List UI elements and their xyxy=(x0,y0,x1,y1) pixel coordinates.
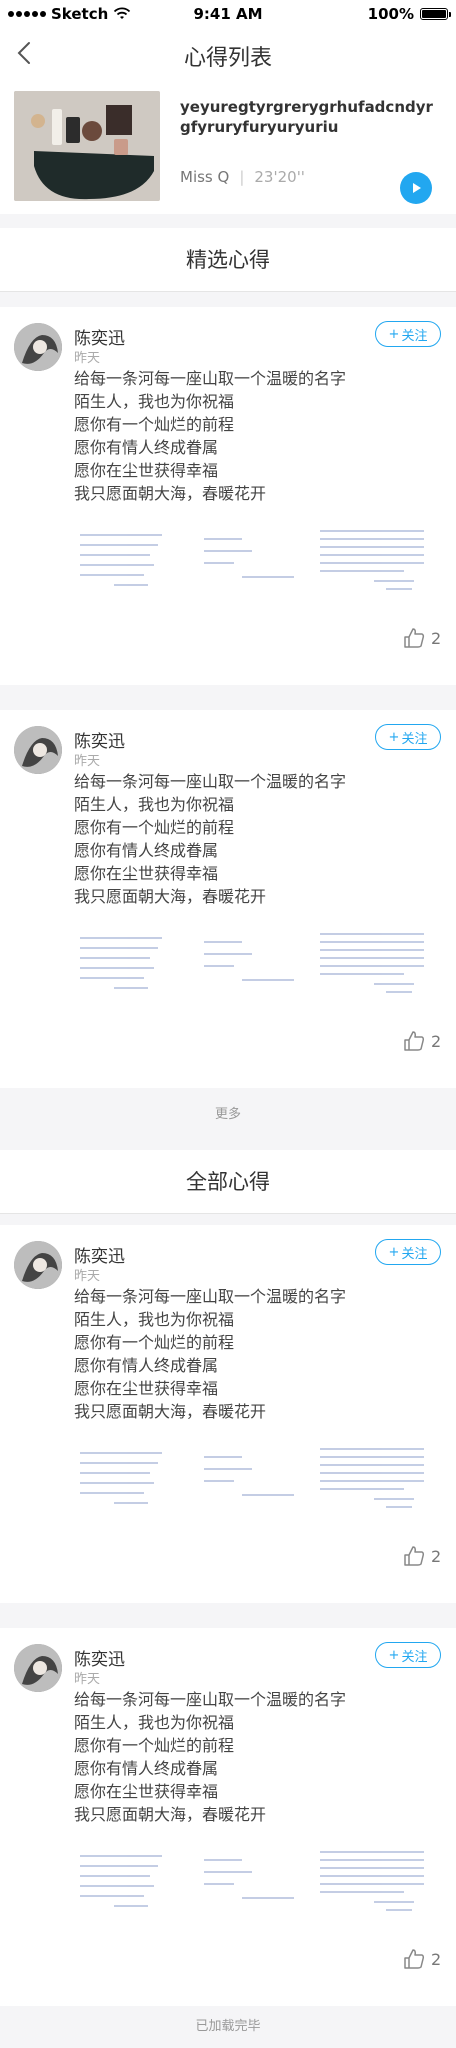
post-content: 给每一条河每一座山取一个温暖的名字 陌生人，我也为你祝福 愿你有一个灿烂的前程 … xyxy=(74,770,444,908)
follow-button[interactable]: + 关注 xyxy=(375,321,441,347)
avatar[interactable] xyxy=(14,1644,62,1692)
content-line: 陌生人，我也为你祝福 xyxy=(74,1713,235,1732)
post-card: 陈奕迅 昨天 + 关注 给每一条河每一座山取一个温暖的名字 陌生人，我也为你祝福 … xyxy=(0,1225,456,1603)
battery-label: 100% xyxy=(367,5,414,23)
content-line: 愿你有情人终成眷属 xyxy=(74,841,219,860)
content-line: 愿你在尘世获得幸福 xyxy=(74,1782,219,1801)
content-line: 愿你有一个灿烂的前程 xyxy=(74,415,235,434)
follow-button[interactable]: + 关注 xyxy=(375,1239,441,1265)
battery-status: 100% xyxy=(367,5,451,23)
play-button[interactable] xyxy=(400,172,432,204)
post-content: 给每一条河每一座山取一个温暖的名字 陌生人，我也为你祝福 愿你有一个灿烂的前程 … xyxy=(74,1688,444,1826)
end-of-list-label: 已加载完毕 xyxy=(0,2006,456,2048)
play-icon xyxy=(413,183,421,193)
like-count: 2 xyxy=(431,1949,442,1969)
post-content: 给每一条河每一座山取一个温暖的名字 陌生人，我也为你祝福 愿你有一个灿烂的前程 … xyxy=(74,367,444,505)
like-count: 2 xyxy=(431,1031,442,1051)
follow-label: 关注 xyxy=(401,1649,428,1665)
page-title: 心得列表 xyxy=(183,46,272,71)
post-date: 昨天 xyxy=(74,1269,101,1284)
author-name[interactable]: 陈奕迅 xyxy=(74,1242,125,1267)
avatar[interactable] xyxy=(14,726,62,774)
audio-meta: Miss Q | 23'20'' xyxy=(180,168,305,186)
audio-title: yeyuregtyrgrerygrhufadcndyrgfyruryfuryur… xyxy=(180,98,433,136)
post-date: 昨天 xyxy=(74,351,101,366)
battery-icon xyxy=(420,8,451,20)
content-line: 愿你在尘世获得幸福 xyxy=(74,864,219,883)
like-count: 2 xyxy=(431,1546,442,1566)
section-header-all: 全部心得 xyxy=(0,1150,456,1214)
handwriting-images[interactable] xyxy=(74,1846,434,1918)
content-line: 我只愿面朝大海，春暖花开 xyxy=(74,887,267,906)
content-line: 愿你有情人终成眷属 xyxy=(74,1759,219,1778)
cover-image xyxy=(14,91,160,201)
thumbs-up-icon xyxy=(404,1031,425,1051)
post-card: 陈奕迅 昨天 + 关注 给每一条河每一座山取一个温暖的名字 陌生人，我也为你祝福 … xyxy=(0,1628,456,2006)
thumbs-up-icon xyxy=(404,1546,425,1566)
follow-button[interactable]: + 关注 xyxy=(375,724,441,750)
duration: 23'20'' xyxy=(254,168,305,186)
content-line: 给每一条河每一座山取一个温暖的名字 xyxy=(74,369,347,388)
content-line: 我只愿面朝大海，春暖花开 xyxy=(74,484,267,503)
plus-icon: + xyxy=(388,1244,400,1260)
status-bar: Sketch 9:41 AM 100% xyxy=(0,0,456,28)
like-count: 2 xyxy=(431,628,442,648)
plus-icon: + xyxy=(388,1647,400,1663)
avatar[interactable] xyxy=(14,323,62,371)
plus-icon: + xyxy=(388,326,400,342)
content-line: 陌生人，我也为你祝福 xyxy=(74,795,235,814)
handwriting-images[interactable] xyxy=(74,928,434,1000)
thumbs-up-icon xyxy=(404,628,425,648)
handwriting-images[interactable] xyxy=(74,1443,434,1515)
follow-label: 关注 xyxy=(401,328,428,344)
navigation-bar: 心得列表 xyxy=(0,28,456,78)
author-name[interactable]: 陈奕迅 xyxy=(74,1645,125,1670)
post-content: 给每一条河每一座山取一个温暖的名字 陌生人，我也为你祝福 愿你有一个灿烂的前程 … xyxy=(74,1285,444,1423)
author-name: Miss Q xyxy=(180,168,230,186)
content-line: 愿你有一个灿烂的前程 xyxy=(74,818,235,837)
like-button[interactable]: 2 xyxy=(403,1948,441,1970)
content-line: 愿你在尘世获得幸福 xyxy=(74,1379,219,1398)
follow-label: 关注 xyxy=(401,731,428,747)
audio-header-card[interactable]: yeyuregtyrgrerygrhufadcndyrgfyruryfuryur… xyxy=(0,78,456,214)
plus-icon: + xyxy=(388,729,400,745)
follow-label: 关注 xyxy=(401,1246,428,1262)
content-line: 我只愿面朝大海，春暖花开 xyxy=(74,1402,267,1421)
thumbs-up-icon xyxy=(404,1949,425,1969)
content-line: 给每一条河每一座山取一个温暖的名字 xyxy=(74,1690,347,1709)
content-line: 陌生人，我也为你祝福 xyxy=(74,1310,235,1329)
post-card: 陈奕迅 昨天 + 关注 给每一条河每一座山取一个温暖的名字 陌生人，我也为你祝福 … xyxy=(0,710,456,1088)
handwriting-images[interactable] xyxy=(74,525,434,597)
content-line: 陌生人，我也为你祝福 xyxy=(74,392,235,411)
author-name[interactable]: 陈奕迅 xyxy=(74,324,125,349)
content-line: 我只愿面朝大海，春暖花开 xyxy=(74,1805,267,1824)
more-button[interactable]: 更多 xyxy=(0,1094,456,1136)
content-line: 愿你有一个灿烂的前程 xyxy=(74,1333,235,1352)
content-line: 给每一条河每一座山取一个温暖的名字 xyxy=(74,772,347,791)
post-date: 昨天 xyxy=(74,1672,101,1687)
post-card: 陈奕迅 昨天 + 关注 给每一条河每一座山取一个温暖的名字 陌生人，我也为你祝福 … xyxy=(0,307,456,685)
author-name[interactable]: 陈奕迅 xyxy=(74,727,125,752)
like-button[interactable]: 2 xyxy=(403,1030,441,1052)
like-button[interactable]: 2 xyxy=(403,627,441,649)
content-line: 愿你有情人终成眷属 xyxy=(74,438,219,457)
section-header-featured: 精选心得 xyxy=(0,228,456,292)
like-button[interactable]: 2 xyxy=(403,1545,441,1567)
content-line: 愿你在尘世获得幸福 xyxy=(74,461,219,480)
post-date: 昨天 xyxy=(74,754,101,769)
avatar[interactable] xyxy=(14,1241,62,1289)
follow-button[interactable]: + 关注 xyxy=(375,1642,441,1668)
content-line: 给每一条河每一座山取一个温暖的名字 xyxy=(74,1287,347,1306)
content-line: 愿你有一个灿烂的前程 xyxy=(74,1736,235,1755)
content-line: 愿你有情人终成眷属 xyxy=(74,1356,219,1375)
meta-divider: | xyxy=(239,168,245,186)
